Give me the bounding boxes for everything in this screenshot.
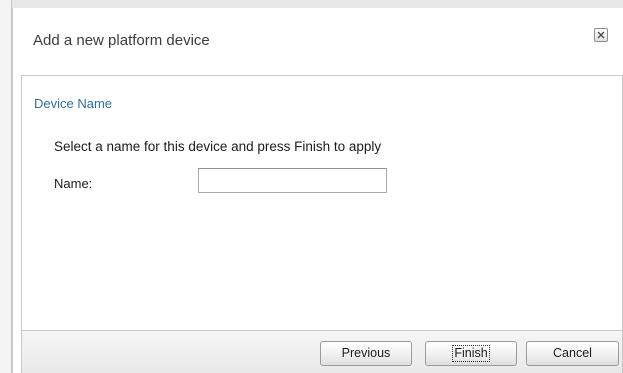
finish-button-label: Finish	[452, 345, 490, 362]
dialog-footer: Previous Finish Cancel	[21, 331, 623, 373]
background-window-edge-left	[0, 0, 12, 373]
close-icon	[597, 31, 605, 39]
section-title: Device Name	[34, 96, 113, 111]
name-label: Name:	[54, 176, 93, 191]
device-name-input[interactable]	[198, 168, 387, 193]
close-button[interactable]	[594, 28, 608, 42]
dialog-header: Add a new platform device	[13, 8, 623, 75]
instructions-text: Select a name for this device and press …	[54, 139, 382, 154]
cancel-button[interactable]: Cancel	[526, 341, 619, 366]
previous-button[interactable]: Previous	[320, 341, 412, 366]
finish-button[interactable]: Finish	[425, 341, 517, 366]
dialog-content-panel: Device Name Select a name for this devic…	[21, 75, 623, 331]
dialog-title: Add a new platform device	[33, 32, 210, 49]
add-platform-device-dialog: Add a new platform device Device Name Se…	[12, 8, 623, 373]
